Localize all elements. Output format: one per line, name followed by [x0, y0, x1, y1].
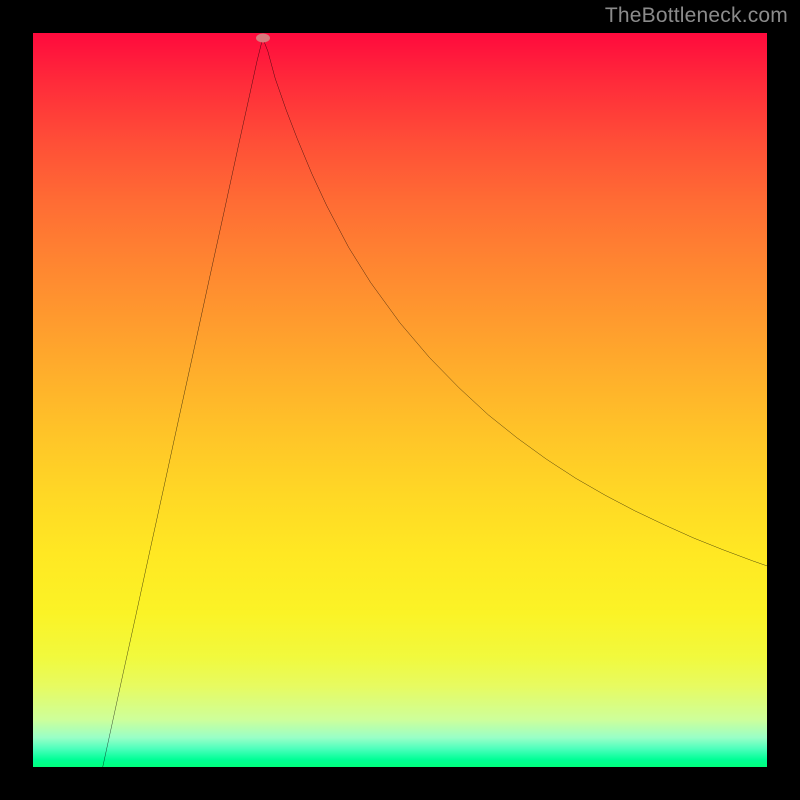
curve-svg — [33, 33, 767, 767]
curve-path — [103, 38, 767, 767]
minimum-marker — [256, 34, 270, 43]
chart-frame: TheBottleneck.com — [0, 0, 800, 800]
plot-area — [33, 33, 767, 767]
watermark-text: TheBottleneck.com — [605, 4, 788, 28]
